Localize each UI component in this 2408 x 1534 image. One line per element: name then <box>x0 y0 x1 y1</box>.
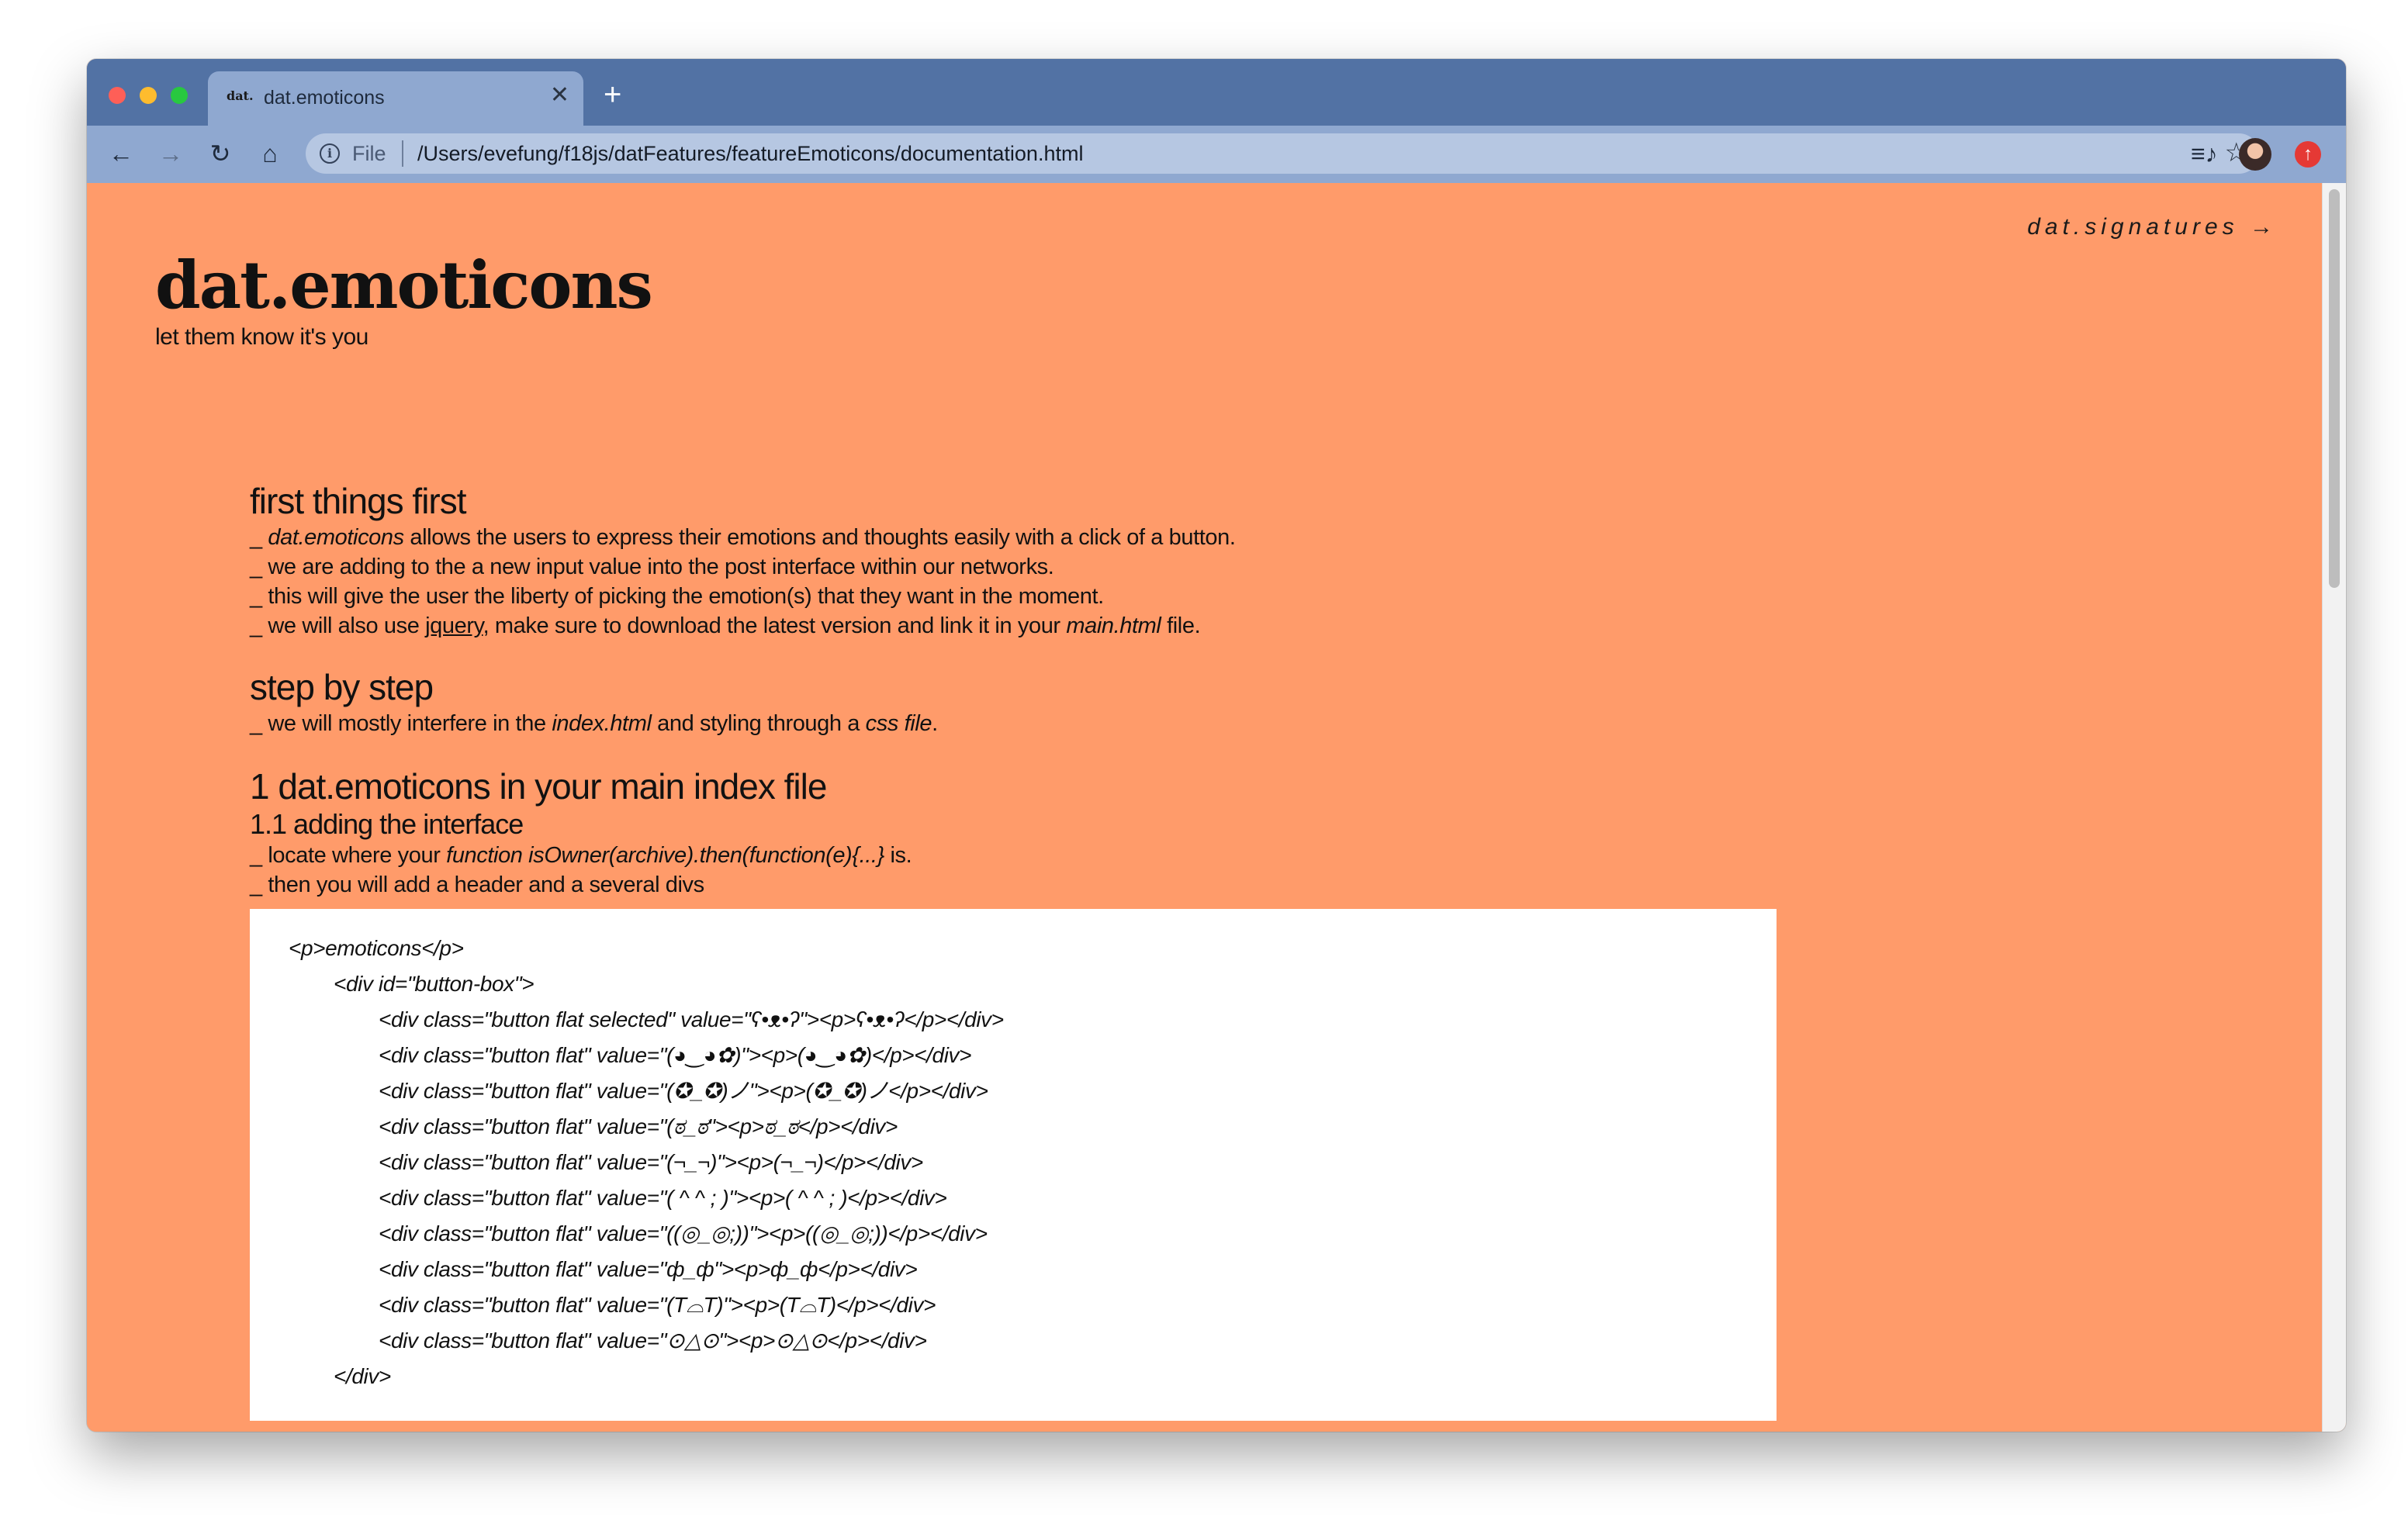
code-line: <div id="button-box"> <box>334 972 535 996</box>
url-divider <box>402 140 403 167</box>
code-line: <div class="button flat" value="((◎_◎;))… <box>379 1221 988 1246</box>
first-line-3: _ this will give the user the liberty of… <box>250 584 1104 609</box>
vertical-scrollbar[interactable] <box>2322 183 2346 1432</box>
browser-window: dat. dat.emoticons ✕ + ← → ↻ ⌂ i File /U… <box>87 59 2346 1432</box>
step-line-1: _ we will mostly interfere in the index.… <box>250 709 1956 738</box>
code-line: <div class="button flat" value="(¬_¬)"><… <box>379 1150 923 1174</box>
first-line-2: _ we are adding to the a new input value… <box>250 555 1054 579</box>
text: allows the users to express their emotio… <box>403 525 1236 550</box>
code-line: <div class="button flat" value="⊙△⊙"><p>… <box>379 1328 927 1353</box>
code-block: <p>emoticons</p> <div id="button-box"> <… <box>250 909 1777 1421</box>
media-playlist-icon[interactable]: ≡♪ <box>2191 138 2218 169</box>
text: _ we will also use <box>250 613 426 638</box>
text: . <box>932 711 938 736</box>
code-line: <div class="button flat" value="( ^ ^ ; … <box>379 1186 947 1210</box>
page-title: dat.emoticons <box>155 247 653 323</box>
close-icon[interactable]: ✕ <box>550 84 569 107</box>
minimize-window-button[interactable] <box>140 87 157 104</box>
one-line-2: _ then you will add a header and a sever… <box>250 872 704 897</box>
page-tagline: let them know it's you <box>155 324 368 350</box>
update-icon[interactable]: ↑ <box>2295 141 2321 168</box>
emphasis: css file <box>865 711 932 736</box>
text: is. <box>884 843 912 868</box>
code-line: <div class="button flat" value="(✪_✪)ノ">… <box>379 1079 988 1103</box>
maximize-window-button[interactable] <box>171 87 188 104</box>
next-page-link[interactable]: dat.signatures → <box>2027 214 2278 240</box>
tab-title: dat.emoticons <box>264 87 385 109</box>
address-bar[interactable]: i File /Users/evefung/f18js/datFeatures/… <box>306 133 2259 174</box>
section-heading-step: step by step <box>250 667 434 707</box>
favicon-icon: dat. <box>227 88 254 103</box>
emphasis: main.html <box>1066 613 1161 638</box>
first-line-4: _ we will also use jquery, make sure to … <box>250 611 1956 641</box>
close-window-button[interactable] <box>109 87 126 104</box>
emphasis: function isOwner(archive).then(function(… <box>446 843 884 868</box>
tab-bar: dat. dat.emoticons ✕ + <box>87 59 2346 126</box>
url-scheme-label: File <box>352 142 386 165</box>
reload-icon[interactable]: ↻ <box>203 136 237 171</box>
back-arrow-icon[interactable]: ← <box>104 136 138 171</box>
text: file. <box>1161 613 1201 638</box>
scrollbar-thumb[interactable] <box>2329 189 2340 588</box>
code-line: <div class="button flat" value="(T⌓T)"><… <box>379 1293 936 1317</box>
documentation-body: first things first _ dat.emoticons allow… <box>250 479 1956 1421</box>
tab-active[interactable]: dat. dat.emoticons ✕ <box>208 71 583 126</box>
text: , make sure to download the latest versi… <box>483 613 1067 638</box>
home-icon[interactable]: ⌂ <box>253 136 287 171</box>
forward-arrow-icon[interactable]: → <box>154 136 188 171</box>
text: _ locate where your <box>250 843 447 868</box>
text: _ we will mostly interfere in the <box>250 711 552 736</box>
emphasis: index.html <box>552 711 652 736</box>
section-heading-one: 1 dat.emoticons in your main index file <box>250 766 827 807</box>
text: and styling through a <box>651 711 866 736</box>
code-line: <div class="button flat" value="(◕‿◕✿)">… <box>379 1043 972 1067</box>
jquery-link[interactable]: jquery <box>425 613 483 638</box>
url-text[interactable]: /Users/evefung/f18js/datFeatures/feature… <box>417 142 1083 166</box>
code-line: <div class="button flat" value="ф_ф"><p>… <box>379 1257 918 1281</box>
browser-toolbar: ← → ↻ ⌂ i File /Users/evefung/f18js/datF… <box>87 126 2346 185</box>
subsection-heading: 1.1 adding the interface <box>250 808 524 840</box>
info-icon[interactable]: i <box>320 143 340 164</box>
code-line: <div class="button flat" value="(ಠ_ಠ"><p… <box>379 1114 898 1138</box>
profile-avatar[interactable] <box>2239 138 2271 171</box>
text: _ <box>250 525 268 550</box>
new-tab-button[interactable]: + <box>604 79 621 110</box>
emphasis: dat.emoticons <box>268 525 404 550</box>
code-line: <div class="button flat selected" value=… <box>379 1007 1004 1031</box>
first-line-1: _ dat.emoticons allows the users to expr… <box>250 523 1956 552</box>
code-line: </div> <box>334 1364 391 1388</box>
section-heading-first: first things first <box>250 481 467 521</box>
one-line-1: _ locate where your function isOwner(arc… <box>250 841 1956 870</box>
code-line: <p>emoticons</p> <box>289 936 464 960</box>
page-content: dat.signatures → dat.emoticons let them … <box>87 183 2323 1432</box>
